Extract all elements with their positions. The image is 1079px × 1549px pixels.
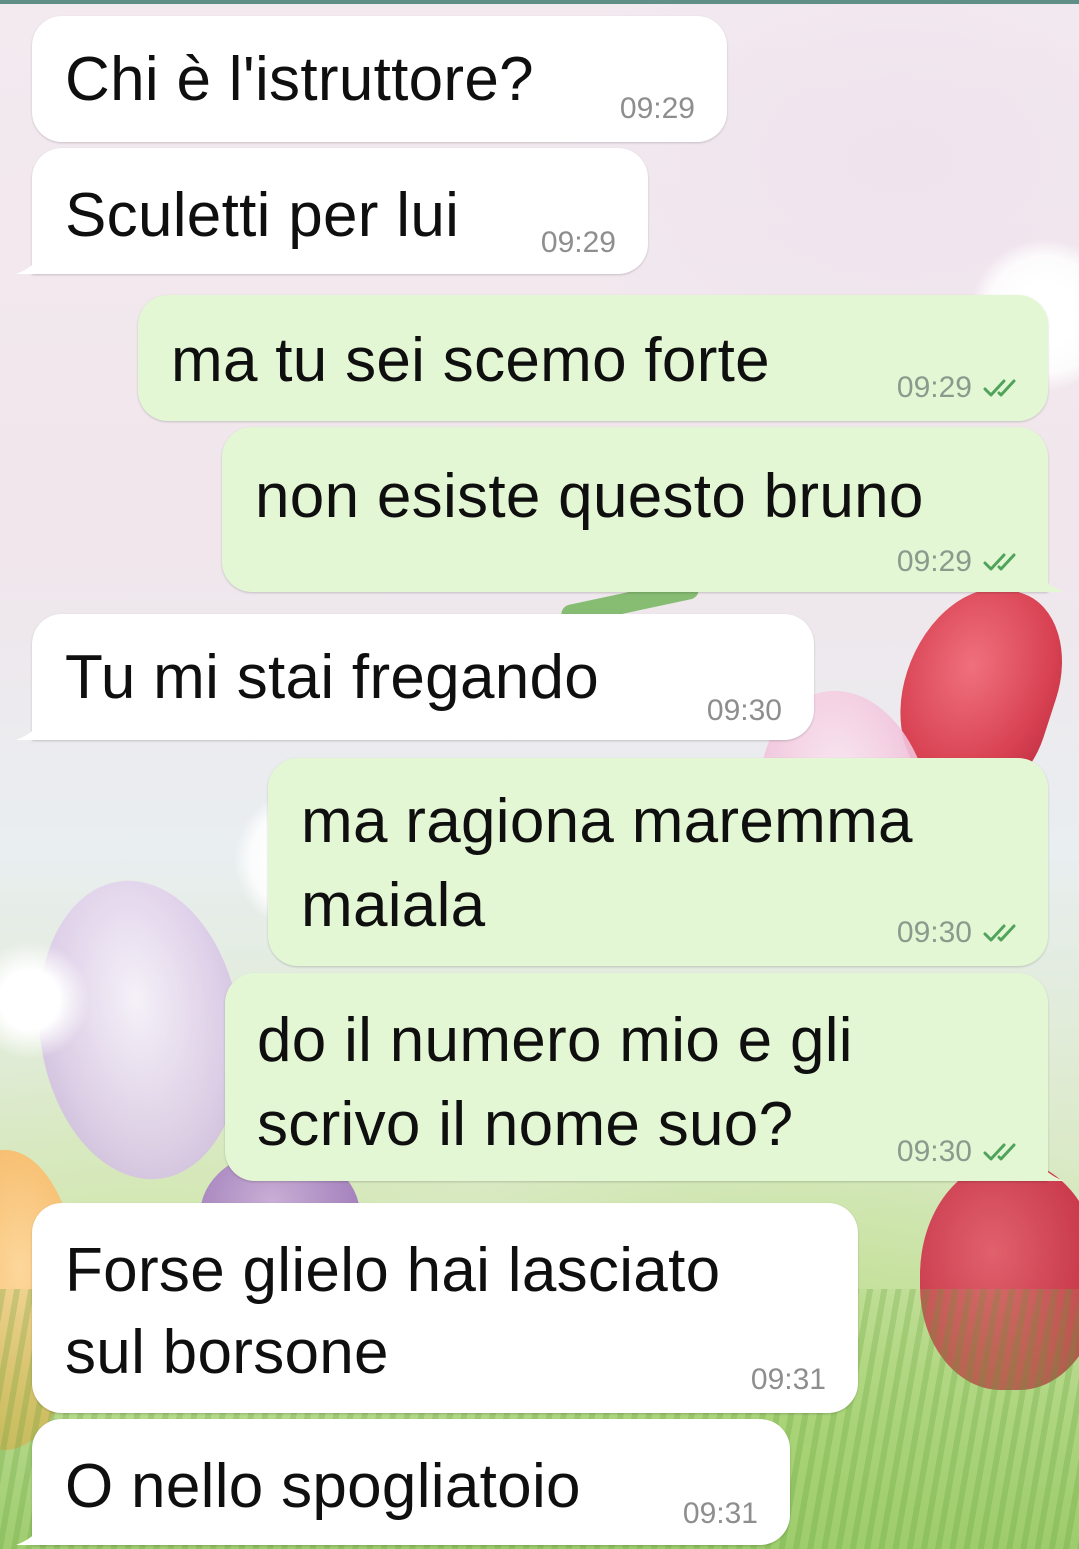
message-time: 09:31 (682, 1497, 758, 1530)
double-check-icon (983, 924, 1016, 942)
message-time: 09:30 (896, 1135, 972, 1168)
message-text: Sculetti per lui (65, 181, 460, 250)
message-meta: 09:29 (897, 545, 1026, 579)
bubble-tail (1034, 1153, 1064, 1181)
message-text-line-2: maiala (301, 871, 486, 940)
bubble-tail (16, 246, 46, 274)
message-meta: 09:30 (897, 916, 1026, 950)
bubble-tail (16, 712, 46, 740)
message-time: 09:29 (540, 226, 616, 259)
message-text-line-2: sul borsone (65, 1318, 389, 1387)
message-text: non esiste questo bruno (255, 462, 924, 531)
message-time: 09:30 (706, 694, 782, 727)
double-check-icon (983, 553, 1016, 571)
incoming-message[interactable]: Sculetti per lui 09:29 (16, 148, 648, 274)
message-time: 09:31 (750, 1363, 826, 1396)
outgoing-message[interactable]: ma tu sei scemo forte 09:29 (138, 295, 1048, 421)
message-time: 09:29 (896, 545, 972, 578)
message-text-line-2: scrivo il nome suo? (257, 1090, 794, 1159)
incoming-message[interactable]: Tu mi stai fregando 09:30 (16, 614, 814, 740)
outgoing-message[interactable]: non esiste questo bruno 09:29 (222, 427, 1064, 592)
message-time: 09:29 (619, 92, 695, 125)
message-text-line-1: do il numero mio e gli (257, 1006, 853, 1075)
message-text: Tu mi stai fregando (65, 643, 600, 712)
message-text: Chi è l'istruttore? (65, 45, 534, 114)
message-time: 09:30 (896, 916, 972, 949)
double-check-icon (983, 1143, 1016, 1161)
bubble-tail (16, 1517, 46, 1545)
message-text-line-1: ma ragiona maremma (301, 787, 913, 856)
incoming-message[interactable]: Forse glielo hai lasciato sul borsone 09… (32, 1203, 858, 1413)
message-text: ma tu sei scemo forte (171, 326, 770, 395)
header-divider (0, 0, 1079, 4)
message-time: 09:29 (896, 371, 972, 404)
outgoing-message[interactable]: ma ragiona maremma maiala 09:30 (268, 758, 1048, 966)
incoming-message[interactable]: O nello spogliatoio 09:31 (16, 1419, 790, 1545)
message-text: O nello spogliatoio (65, 1452, 581, 1521)
message-meta: 09:30 (897, 1135, 1026, 1169)
message-meta: 09:29 (897, 371, 1026, 405)
bubble-tail (1034, 564, 1064, 592)
double-check-icon (983, 379, 1016, 397)
message-text-line-1: Forse glielo hai lasciato (65, 1236, 721, 1305)
incoming-message[interactable]: Chi è l'istruttore? 09:29 (32, 16, 727, 142)
outgoing-message[interactable]: do il numero mio e gli scrivo il nome su… (225, 973, 1064, 1181)
